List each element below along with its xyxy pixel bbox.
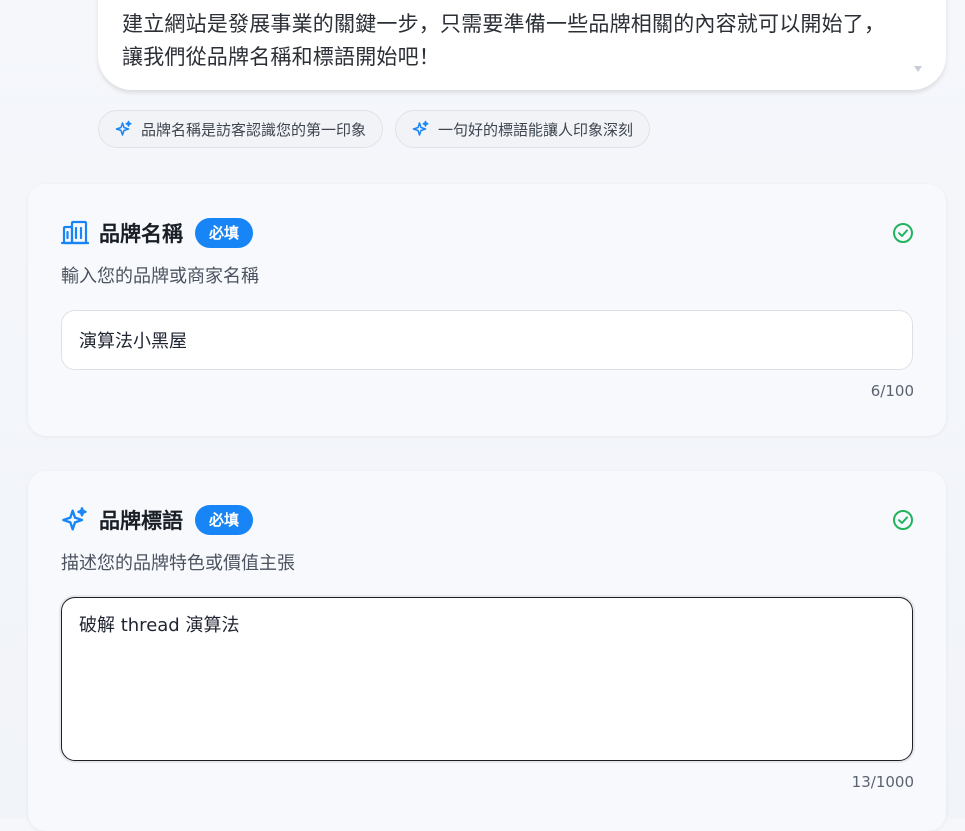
check-circle-icon — [893, 223, 913, 243]
sparkle-icon — [115, 120, 132, 136]
sparkle-icon — [62, 507, 87, 531]
brand-name-char-counter: 6/100 — [870, 382, 914, 400]
suggestion-chip-label: 一句好的標語能讓人印象深刻 — [438, 120, 634, 139]
brand-slogan-description: 描述您的品牌特色或價值主張 — [61, 553, 295, 574]
suggestion-chip-label: 品牌名稱是訪客認識您的第一印象 — [141, 120, 367, 139]
assistant-message-text: 建立網站是發展事業的關鍵一步，只需要準備一些品牌相關的內容就可以開始了，讓我們從… — [122, 12, 886, 69]
brand-slogan-title: 品牌標語 — [99, 509, 183, 533]
brand-slogan-char-counter: 13/1000 — [851, 773, 914, 791]
suggestion-chip-brand-name[interactable]: 品牌名稱是訪客認識您的第一印象 — [98, 110, 384, 148]
brand-name-card: 品牌名稱 必填 輸入您的品牌或商家名稱 6/100 — [28, 184, 946, 436]
suggestion-chips: 品牌名稱是訪客認識您的第一印象 一句好的標語能讓人印象深刻 — [98, 110, 651, 148]
check-circle-icon — [893, 510, 913, 530]
brand-slogan-header: 品牌標語 必填 — [61, 505, 254, 535]
scroll-down-caret-icon — [914, 66, 922, 72]
brand-slogan-card: 品牌標語 必填 描述您的品牌特色或價值主張 破解 thread 演算法 13/1… — [28, 471, 946, 831]
brand-name-title: 品牌名稱 — [99, 222, 183, 246]
brand-name-header: 品牌名稱 必填 — [61, 218, 254, 248]
brand-slogan-textarea[interactable]: 破解 thread 演算法 — [61, 597, 913, 761]
sparkle-icon — [412, 120, 429, 136]
brand-name-description: 輸入您的品牌或商家名稱 — [61, 266, 259, 287]
building-icon — [61, 220, 89, 245]
brand-name-input[interactable] — [61, 310, 913, 370]
assistant-message-bubble: 建立網站是發展事業的關鍵一步，只需要準備一些品牌相關的內容就可以開始了，讓我們從… — [98, 0, 946, 90]
required-badge: 必填 — [195, 218, 254, 248]
suggestion-chip-slogan[interactable]: 一句好的標語能讓人印象深刻 — [395, 110, 651, 148]
required-badge: 必填 — [195, 505, 254, 535]
